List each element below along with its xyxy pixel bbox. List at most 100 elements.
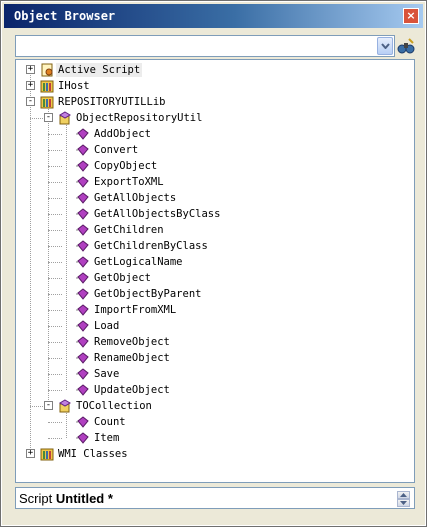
title-bar[interactable]: Object Browser × [4,4,423,28]
method-icon [76,431,90,448]
tree-item-label[interactable]: GetAllObjects [92,191,178,205]
method-icon [76,383,90,400]
object-browser-window: Object Browser × + Active Script + IHost - RE… [0,0,427,527]
method-icon [76,287,90,304]
method-icon [76,368,89,380]
method-icon [76,175,90,192]
status-bar: Script Untitled * [15,487,415,509]
tree-item-label[interactable]: ExportToXML [92,175,166,189]
script-icon [40,63,54,80]
library-icon [40,95,54,112]
collapse-toggle[interactable]: - [26,97,35,106]
method-icon [76,288,89,300]
tree-connector [48,246,62,247]
collapse-toggle[interactable]: - [44,401,53,410]
tree-item-label[interactable]: Item [92,431,121,445]
expand-toggle[interactable]: + [26,81,35,90]
library-icon [40,447,54,464]
chevron-down-icon [380,43,390,49]
method-icon [76,336,89,348]
chevron-down-icon [400,501,407,505]
tree-item-label[interactable]: AddObject [92,127,153,141]
tree-connector [48,438,62,439]
library-icon [40,448,54,461]
tree-item-label[interactable]: CopyObject [92,159,159,173]
status-spinner[interactable] [397,491,410,507]
method-icon [76,255,90,272]
tree-item-label[interactable]: IHost [56,79,92,93]
status-prefix: Script [19,490,53,506]
find-binoculars-icon [397,38,415,54]
tree-item-label[interactable]: GetLogicalName [92,255,185,269]
class-icon [58,111,72,128]
method-icon [76,143,90,160]
tree-connector [48,198,62,199]
tree-item-label[interactable]: ImportFromXML [92,303,178,317]
tree-item-label[interactable]: RemoveObject [92,335,172,349]
tree-connector [30,118,43,119]
tree-item-label[interactable]: WMI Classes [56,447,130,461]
tree-connector [48,358,62,359]
tree-item-label[interactable]: UpdateObject [92,383,172,397]
library-icon [40,79,54,96]
tree-connector [48,230,62,231]
method-icon [76,319,90,336]
toolbar [11,35,416,57]
method-icon [76,144,89,156]
find-button[interactable] [396,36,416,56]
chevron-up-icon [400,493,407,497]
tree-connector [48,134,62,135]
tree-connector [48,262,62,263]
search-combo[interactable] [15,35,395,57]
expand-toggle[interactable]: + [26,65,35,74]
tree-item-label[interactable]: RenameObject [92,351,172,365]
method-icon [76,320,89,332]
method-icon [76,367,90,384]
tree-connector [48,294,62,295]
method-icon [76,240,89,252]
expand-toggle[interactable]: + [26,449,35,458]
method-icon [76,415,90,432]
library-icon [40,96,54,109]
window-title: Object Browser [14,9,116,23]
tree-item-label[interactable]: GetChildren [92,223,166,237]
method-icon [76,223,90,240]
tree-connector [30,406,43,407]
close-button[interactable]: × [403,8,419,24]
method-icon [76,416,89,428]
tree-item-label[interactable]: GetObject [92,271,153,285]
method-icon [76,352,89,364]
method-icon [76,160,89,172]
method-icon [76,159,90,176]
method-icon [76,303,90,320]
tree-connector [48,422,62,423]
tree-item-label[interactable]: GetAllObjectsByClass [92,207,222,221]
tree-item-label[interactable]: REPOSITORYUTILLib [56,95,167,109]
collapse-toggle[interactable]: - [44,113,53,122]
method-icon [76,272,89,284]
tree-item-label[interactable]: TOCollection [74,399,154,413]
close-icon: × [406,9,416,22]
tree-item-label[interactable]: Convert [92,143,140,157]
tree-item-label[interactable]: Active Script [56,63,143,77]
tree-connector [30,70,31,454]
dropdown-button[interactable] [377,37,393,55]
tree-item-label[interactable]: Save [92,367,121,381]
class-icon [59,399,71,413]
spin-down-button[interactable] [397,499,410,507]
tree-item-label[interactable]: Load [92,319,121,333]
tree-connector [48,390,62,391]
tree-connector [48,278,62,279]
object-tree[interactable]: + Active Script + IHost - REPOSITORYUTILLib - O… [15,59,415,483]
tree-connector [48,310,62,311]
class-icon [58,399,72,416]
method-icon [76,192,89,204]
tree-item-label[interactable]: ObjectRepositoryUtil [74,111,204,125]
method-icon [76,256,89,268]
method-icon [76,208,89,220]
spin-up-button[interactable] [397,491,410,499]
tree-item-label[interactable]: Count [92,415,128,429]
method-icon [76,224,89,236]
tree-item-label[interactable]: GetChildrenByClass [92,239,210,253]
tree-item-label[interactable]: GetObjectByParent [92,287,203,301]
